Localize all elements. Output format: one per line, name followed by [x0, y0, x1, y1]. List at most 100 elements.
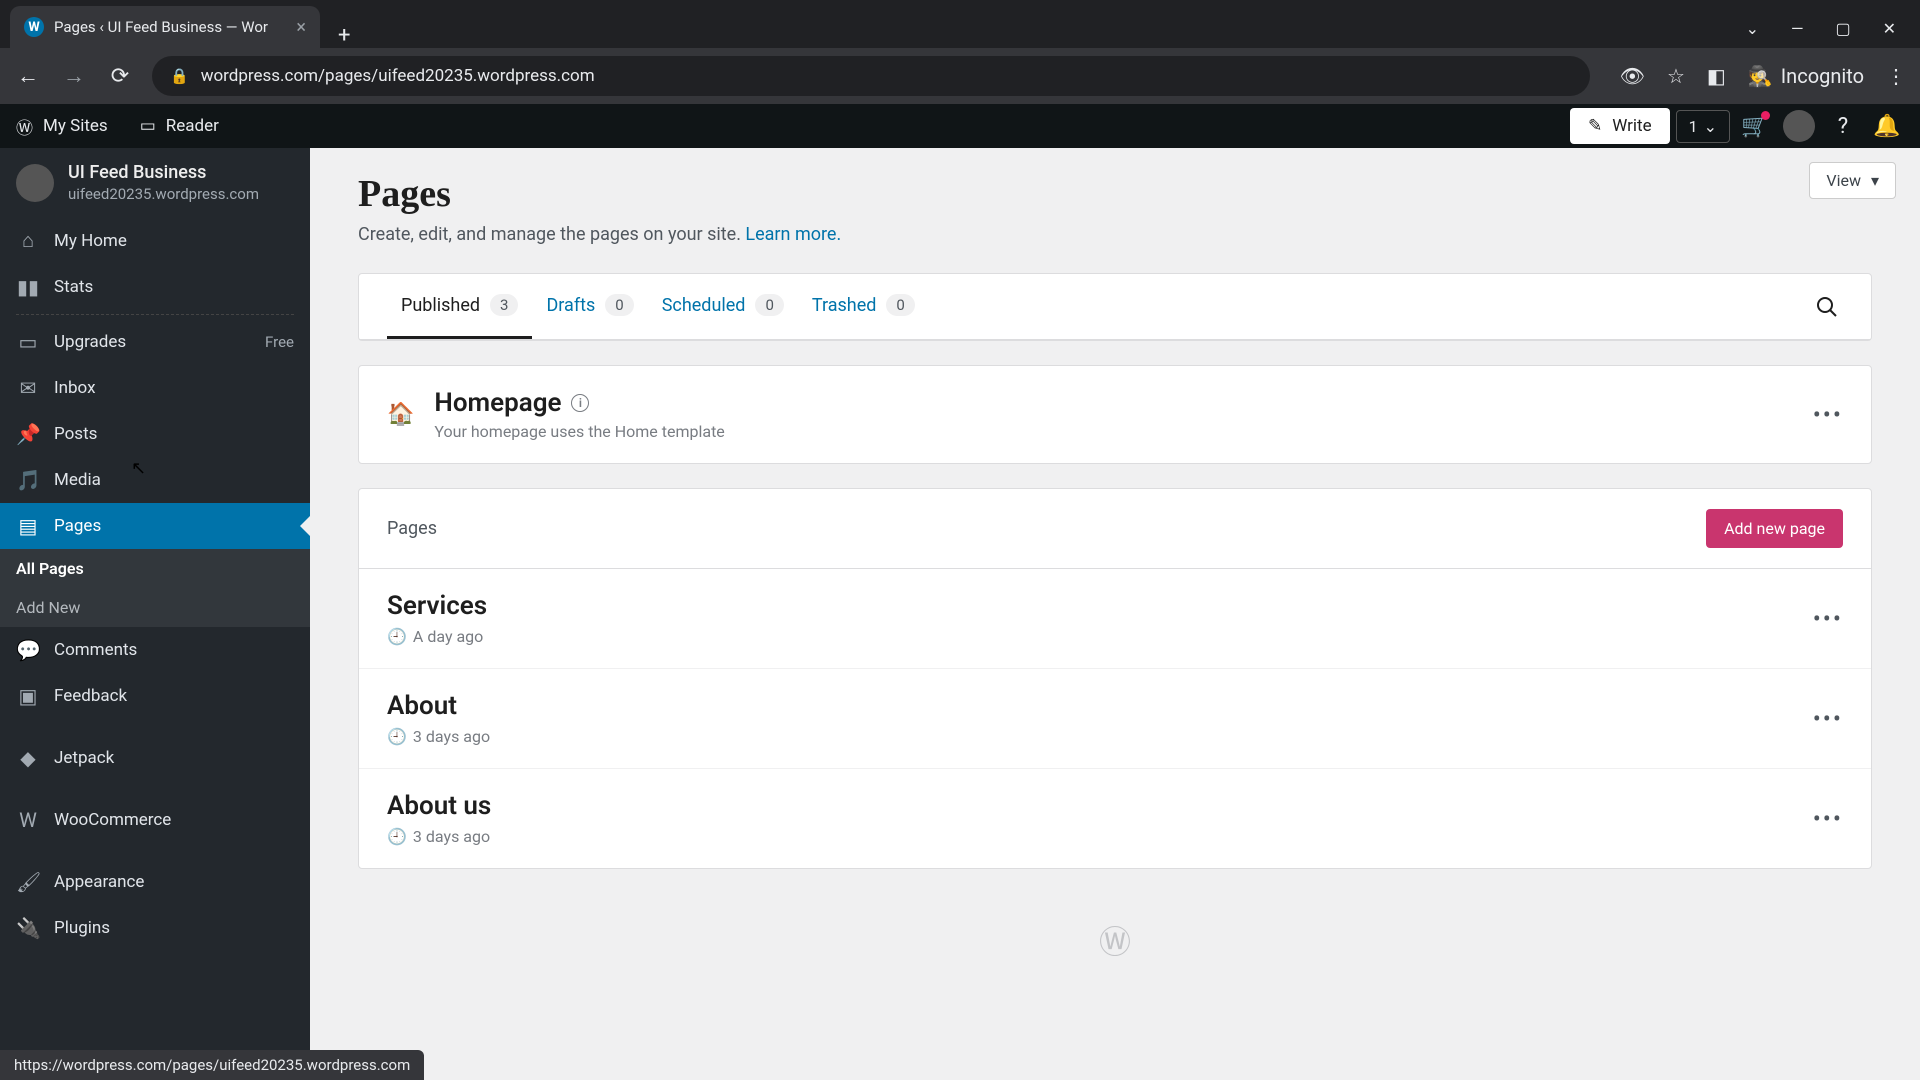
sidebar-item-pages[interactable]: ▤Pages [0, 503, 310, 549]
divider [16, 314, 294, 315]
browser-address-bar: ← → ⟳ 🔒 wordpress.com/pages/uifeed20235.… [0, 48, 1920, 104]
reload-icon[interactable]: ⟳ [106, 64, 134, 89]
sidebar-item-jetpack[interactable]: ◆Jetpack [0, 735, 310, 781]
drafts-count: 0 [605, 294, 633, 316]
tab-drafts[interactable]: Drafts 0 [532, 274, 647, 339]
page-actions-icon[interactable]: ••• [1813, 805, 1843, 833]
tab-dropdown-icon[interactable]: ⌄ [1746, 19, 1759, 38]
page-description: Create, edit, and manage the pages on yo… [358, 224, 1872, 245]
browser-menu-icon[interactable]: ⋮ [1886, 64, 1906, 88]
main-content: View ▾ Pages Create, edit, and manage th… [310, 148, 1920, 1080]
add-new-page-button[interactable]: Add new page [1706, 509, 1843, 548]
window-controls: ⌄ ― ▢ ✕ [1746, 19, 1920, 48]
page-title: Pages [358, 172, 1872, 216]
sidebar-item-stats[interactable]: ▮▮Stats [0, 264, 310, 310]
write-button[interactable]: ✎ Write [1570, 108, 1670, 144]
mail-icon: ✉ [16, 376, 40, 400]
page-row-title: About us [387, 791, 491, 821]
sidebar-item-plugins[interactable]: 🔌Plugins [0, 905, 310, 951]
list-header-title: Pages [387, 518, 437, 539]
homepage-title: Homepage i [434, 388, 724, 418]
page-row[interactable]: About 🕘3 days ago ••• [359, 669, 1871, 769]
sidebar-item-posts[interactable]: 📌Posts [0, 411, 310, 457]
filter-tabs: Published 3 Drafts 0 Scheduled 0 Trashed… [359, 274, 1871, 340]
page-row-title: Services [387, 591, 487, 621]
eye-off-icon[interactable]: 👁 [1620, 64, 1645, 88]
home-icon: ⌂ [16, 228, 40, 253]
extensions-icon[interactable]: ◧ [1707, 64, 1726, 88]
sidebar-item-comments[interactable]: 💬Comments [0, 627, 310, 673]
jetpack-icon: ◆ [16, 746, 40, 770]
homepage-panel: 🏠 Homepage i Your homepage uses the Home… [358, 365, 1872, 464]
bell-icon[interactable]: 🔔 [1868, 107, 1906, 145]
reader-icon: ▭ [140, 116, 156, 136]
view-button[interactable]: View ▾ [1809, 162, 1896, 199]
reader-link[interactable]: ▭ Reader [124, 104, 235, 148]
lock-icon: 🔒 [170, 67, 189, 85]
minimize-icon[interactable]: ― [1791, 19, 1804, 38]
page-row-meta: 🕘3 days ago [387, 827, 491, 846]
browser-tab[interactable]: W Pages ‹ UI Feed Business — Wor × [10, 6, 320, 48]
tab-trashed[interactable]: Trashed 0 [798, 274, 929, 339]
my-sites-link[interactable]: Ⓦ My Sites [0, 104, 124, 148]
close-window-icon[interactable]: ✕ [1883, 19, 1896, 38]
sidebar-item-media[interactable]: 🎵Media [0, 457, 310, 503]
pages-list-panel: Pages Add new page Services 🕘A day ago •… [358, 488, 1872, 869]
submenu-add-new[interactable]: Add New [0, 588, 310, 627]
learn-more-link[interactable]: Learn more. [745, 224, 841, 245]
page-row[interactable]: Services 🕘A day ago ••• [359, 569, 1871, 669]
tab-scheduled[interactable]: Scheduled 0 [648, 274, 798, 339]
help-icon[interactable]: ? [1824, 107, 1862, 145]
account-avatar[interactable] [1780, 107, 1818, 145]
plug-icon: 🔌 [16, 916, 40, 940]
sidebar-item-my-home[interactable]: ⌂My Home [0, 217, 310, 264]
new-tab-button[interactable]: + [320, 23, 368, 48]
url-input[interactable]: 🔒 wordpress.com/pages/uifeed20235.wordpr… [152, 56, 1590, 96]
homepage-row[interactable]: 🏠 Homepage i Your homepage uses the Home… [359, 366, 1871, 463]
pin-icon: 📌 [16, 422, 40, 446]
url-text: wordpress.com/pages/uifeed20235.wordpres… [201, 66, 595, 86]
incognito-icon: 🕵 [1748, 64, 1773, 88]
search-icon[interactable] [1811, 275, 1843, 339]
comments-icon: 💬 [16, 638, 40, 662]
site-name: UI Feed Business [68, 162, 259, 183]
page-actions-icon[interactable]: ••• [1813, 605, 1843, 633]
media-icon: 🎵 [16, 468, 40, 492]
clock-icon: 🕘 [387, 827, 407, 846]
admin-sidebar: UI Feed Business uifeed20235.wordpress.c… [0, 148, 310, 1080]
info-icon[interactable]: i [571, 394, 589, 412]
homepage-actions-icon[interactable]: ••• [1813, 401, 1843, 429]
chevron-down-icon: ⌄ [1704, 117, 1717, 136]
back-icon[interactable]: ← [14, 63, 42, 89]
sidebar-item-upgrades[interactable]: ▭UpgradesFree [0, 319, 310, 365]
card-icon: ▭ [16, 330, 40, 354]
tab-title: Pages ‹ UI Feed Business — Wor [54, 18, 268, 36]
bookmark-icon[interactable]: ☆ [1667, 64, 1685, 88]
clock-icon: 🕘 [387, 727, 407, 746]
stats-icon: ▮▮ [16, 275, 40, 299]
wp-admin-bar: Ⓦ My Sites ▭ Reader ✎ Write 1 ⌄ 🛒 ? 🔔 [0, 104, 1920, 148]
site-switcher[interactable]: UI Feed Business uifeed20235.wordpress.c… [0, 148, 310, 217]
notification-count[interactable]: 1 ⌄ [1676, 110, 1730, 143]
clock-icon: 🕘 [387, 627, 407, 646]
maximize-icon[interactable]: ▢ [1835, 19, 1850, 38]
sidebar-item-appearance[interactable]: 🖌Appearance [0, 859, 310, 905]
page-row-meta: 🕘A day ago [387, 627, 487, 646]
tab-published[interactable]: Published 3 [387, 274, 532, 339]
submenu-all-pages[interactable]: All Pages [0, 549, 310, 588]
sidebar-item-feedback[interactable]: ▣Feedback [0, 673, 310, 719]
incognito-indicator[interactable]: 🕵 Incognito [1748, 64, 1864, 88]
page-row[interactable]: About us 🕘3 days ago ••• [359, 769, 1871, 868]
browser-tab-strip: W Pages ‹ UI Feed Business — Wor × + ⌄ ―… [0, 0, 1920, 48]
forward-icon[interactable]: → [60, 63, 88, 89]
sidebar-item-inbox[interactable]: ✉Inbox [0, 365, 310, 411]
sidebar-item-woocommerce[interactable]: WWooCommerce [0, 797, 310, 843]
trashed-count: 0 [886, 294, 914, 316]
home-icon: 🏠 [387, 402, 414, 427]
page-actions-icon[interactable]: ••• [1813, 705, 1843, 733]
close-tab-icon[interactable]: × [296, 17, 306, 38]
pages-icon: ▤ [16, 514, 40, 538]
cart-icon[interactable]: 🛒 [1736, 107, 1774, 145]
published-count: 3 [490, 294, 518, 316]
page-row-meta: 🕘3 days ago [387, 727, 490, 746]
